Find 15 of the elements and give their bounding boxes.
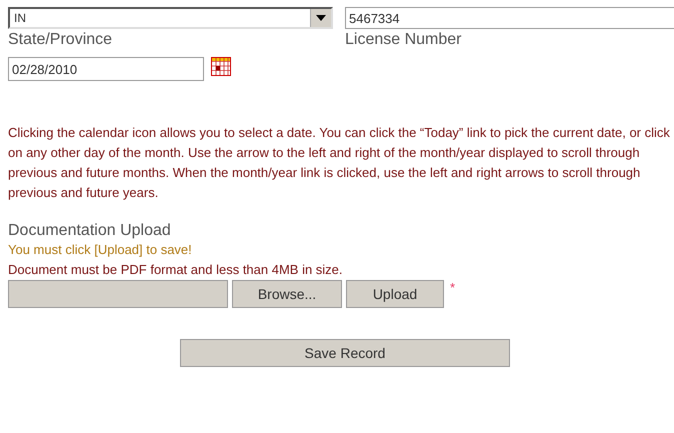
calendar-icon[interactable] (211, 57, 231, 76)
note-text: Document must be PDF format and less than 4MB in size. (8, 261, 344, 279)
section-title: Documentation Upload (8, 222, 172, 240)
browse-button[interactable]: Browse... (232, 280, 342, 308)
required-mark: * (450, 280, 456, 295)
warning-text: You must click [Upload] to save! (8, 241, 193, 259)
help-text: Clicking the calendar icon allows you to select a date. You can click the “Today” link to pick the current date, or click on any other day of the month. Use the arrow to the left and right of the month/year displayed to scroll through previous and future months. When the month/year link is clicked, use the left and right arrows to scroll through previous and future years. (8, 124, 671, 202)
state-dropdown[interactable]: IN (8, 7, 333, 29)
field-label: License Number (345, 31, 462, 49)
field-label: State/Province (8, 31, 114, 49)
license-number-field[interactable]: 5467334 (345, 7, 674, 29)
date-field[interactable]: 02/28/2010 (8, 57, 204, 81)
upload-button[interactable]: Upload (346, 280, 444, 308)
save-record-button[interactable]: Save Record (180, 339, 510, 367)
file-path-field[interactable] (8, 280, 228, 308)
